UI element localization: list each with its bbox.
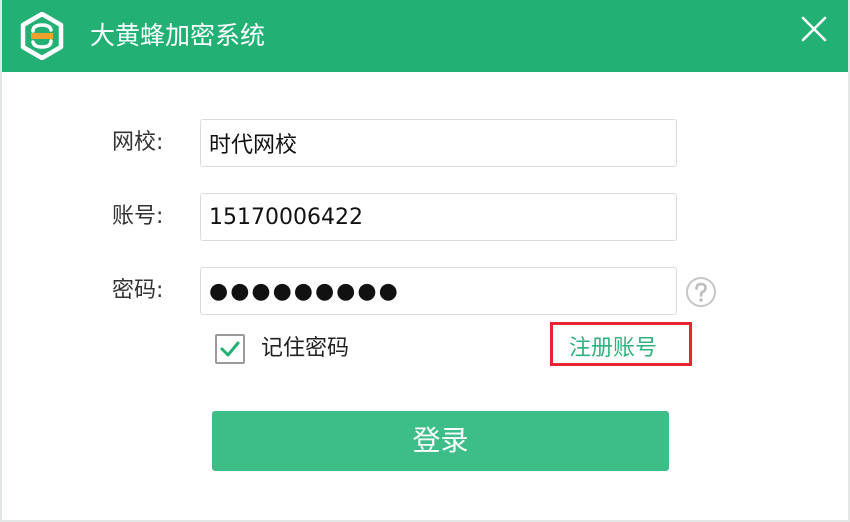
remember-password-checkbox[interactable] xyxy=(215,334,245,364)
login-window: 大黄蜂加密系统 网校: 账号: 密码: 记住密码 注册账号 登录 xyxy=(0,0,850,522)
hexagon-logo-icon xyxy=(20,11,64,61)
account-input[interactable] xyxy=(200,193,677,241)
help-question-icon[interactable] xyxy=(685,276,717,308)
checkmark-icon xyxy=(220,341,240,357)
close-icon xyxy=(801,16,827,42)
password-label: 密码: xyxy=(112,278,164,303)
register-account-link[interactable]: 注册账号 xyxy=(569,334,657,364)
remember-password-label[interactable]: 记住密码 xyxy=(261,334,349,364)
window-title: 大黄蜂加密系统 xyxy=(90,21,266,50)
login-button[interactable]: 登录 xyxy=(212,411,669,471)
title-bar: 大黄蜂加密系统 xyxy=(2,0,848,72)
password-input[interactable] xyxy=(200,267,677,315)
account-label: 账号: xyxy=(112,204,164,229)
school-label: 网校: xyxy=(112,130,164,155)
school-input[interactable] xyxy=(200,119,677,167)
close-button[interactable] xyxy=(792,10,836,50)
